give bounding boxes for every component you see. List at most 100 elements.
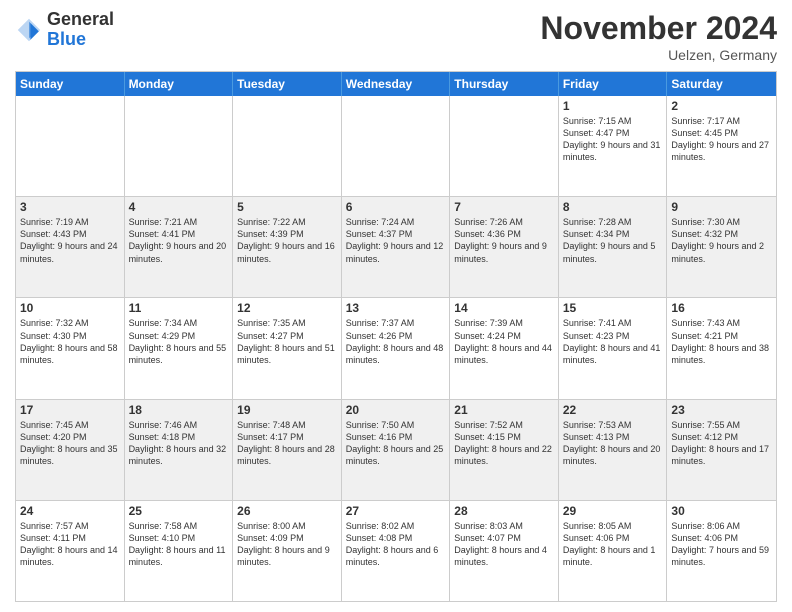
cell-info-22: Sunrise: 7:53 AM Sunset: 4:13 PM Dayligh… [563, 419, 663, 468]
cell-2-2: 12 Sunrise: 7:35 AM Sunset: 4:27 PM Dayli… [233, 298, 342, 398]
day-number-8: 8 [563, 200, 663, 214]
cell-0-3 [342, 96, 451, 196]
cell-0-0 [16, 96, 125, 196]
day-number-24: 24 [20, 504, 120, 518]
cell-1-5: 8 Sunrise: 7:28 AM Sunset: 4:34 PM Daylig… [559, 197, 668, 297]
cell-info-9: Sunrise: 7:30 AM Sunset: 4:32 PM Dayligh… [671, 216, 772, 265]
header-wednesday: Wednesday [342, 72, 451, 96]
cell-info-18: Sunrise: 7:46 AM Sunset: 4:18 PM Dayligh… [129, 419, 229, 468]
cell-0-2 [233, 96, 342, 196]
day-number-21: 21 [454, 403, 554, 417]
cell-3-3: 20Sunrise: 7:50 AM Sunset: 4:16 PM Dayli… [342, 400, 451, 500]
calendar: Sunday Monday Tuesday Wednesday Thursday… [15, 71, 777, 602]
cell-3-0: 17Sunrise: 7:45 AM Sunset: 4:20 PM Dayli… [16, 400, 125, 500]
cell-info-19: Sunrise: 7:48 AM Sunset: 4:17 PM Dayligh… [237, 419, 337, 468]
cell-info-5: Sunrise: 7:22 AM Sunset: 4:39 PM Dayligh… [237, 216, 337, 265]
page: General Blue November 2024 Uelzen, Germa… [0, 0, 792, 612]
cell-3-4: 21 Sunrise: 7:52 AM Sunset: 4:15 PM Dayli… [450, 400, 559, 500]
day-number-18: 18 [129, 403, 229, 417]
day-number-13: 13 [346, 301, 446, 315]
cell-info-20: Sunrise: 7:50 AM Sunset: 4:16 PM Dayligh… [346, 419, 446, 468]
cell-2-5: 15Sunrise: 7:41 AM Sunset: 4:23 PM Dayli… [559, 298, 668, 398]
day-number-14: 14 [454, 301, 554, 315]
cell-2-6: 16 Sunrise: 7:43 AM Sunset: 4:21 PM Dayli… [667, 298, 776, 398]
cell-4-2: 26Sunrise: 8:00 AM Sunset: 4:09 PM Dayli… [233, 501, 342, 601]
cell-info-30: Sunrise: 8:06 AM Sunset: 4:06 PM Dayligh… [671, 520, 772, 569]
cell-3-6: 23 Sunrise: 7:55 AM Sunset: 4:12 PM Dayli… [667, 400, 776, 500]
calendar-body: 1 Sunrise: 7:15 AM Sunset: 4:47 PM Daylig… [16, 96, 776, 601]
day-number-3: 3 [20, 200, 120, 214]
cell-4-3: 27Sunrise: 8:02 AM Sunset: 4:08 PM Dayli… [342, 501, 451, 601]
logo-general: General [47, 9, 114, 29]
location: Uelzen, Germany [540, 47, 777, 63]
calendar-header: Sunday Monday Tuesday Wednesday Thursday… [16, 72, 776, 96]
calendar-row-0: 1 Sunrise: 7:15 AM Sunset: 4:47 PM Daylig… [16, 96, 776, 196]
logo-blue-text: Blue [47, 29, 86, 49]
cell-info-26: Sunrise: 8:00 AM Sunset: 4:09 PM Dayligh… [237, 520, 337, 569]
day-number-25: 25 [129, 504, 229, 518]
calendar-row-2: 10 Sunrise: 7:32 AM Sunset: 4:30 PM Dayli… [16, 297, 776, 398]
cell-1-6: 9 Sunrise: 7:30 AM Sunset: 4:32 PM Daylig… [667, 197, 776, 297]
day-number-16: 16 [671, 301, 772, 315]
day-number-7: 7 [454, 200, 554, 214]
calendar-row-3: 17Sunrise: 7:45 AM Sunset: 4:20 PM Dayli… [16, 399, 776, 500]
logo: General Blue [15, 10, 114, 50]
cell-4-6: 30 Sunrise: 8:06 AM Sunset: 4:06 PM Dayli… [667, 501, 776, 601]
cell-info-25: Sunrise: 7:58 AM Sunset: 4:10 PM Dayligh… [129, 520, 229, 569]
month-title: November 2024 [540, 10, 777, 47]
day-number-1: 1 [563, 99, 663, 113]
cell-info-7: Sunrise: 7:26 AM Sunset: 4:36 PM Dayligh… [454, 216, 554, 265]
header-saturday: Saturday [667, 72, 776, 96]
day-number-12: 12 [237, 301, 337, 315]
header-monday: Monday [125, 72, 234, 96]
cell-4-5: 29 Sunrise: 8:05 AM Sunset: 4:06 PM Dayli… [559, 501, 668, 601]
cell-4-1: 25 Sunrise: 7:58 AM Sunset: 4:10 PM Dayli… [125, 501, 234, 601]
cell-info-17: Sunrise: 7:45 AM Sunset: 4:20 PM Dayligh… [20, 419, 120, 468]
cell-4-0: 24 Sunrise: 7:57 AM Sunset: 4:11 PM Dayli… [16, 501, 125, 601]
cell-info-29: Sunrise: 8:05 AM Sunset: 4:06 PM Dayligh… [563, 520, 663, 569]
cell-info-3: Sunrise: 7:19 AM Sunset: 4:43 PM Dayligh… [20, 216, 120, 265]
day-number-23: 23 [671, 403, 772, 417]
calendar-row-4: 24 Sunrise: 7:57 AM Sunset: 4:11 PM Dayli… [16, 500, 776, 601]
day-number-10: 10 [20, 301, 120, 315]
logo-icon [15, 16, 43, 44]
day-number-15: 15 [563, 301, 663, 315]
cell-1-4: 7 Sunrise: 7:26 AM Sunset: 4:36 PM Daylig… [450, 197, 559, 297]
cell-info-12: Sunrise: 7:35 AM Sunset: 4:27 PM Dayligh… [237, 317, 337, 366]
cell-1-2: 5 Sunrise: 7:22 AM Sunset: 4:39 PM Daylig… [233, 197, 342, 297]
day-number-2: 2 [671, 99, 772, 113]
cell-info-28: Sunrise: 8:03 AM Sunset: 4:07 PM Dayligh… [454, 520, 554, 569]
day-number-5: 5 [237, 200, 337, 214]
cell-3-5: 22 Sunrise: 7:53 AM Sunset: 4:13 PM Dayli… [559, 400, 668, 500]
day-number-30: 30 [671, 504, 772, 518]
cell-info-8: Sunrise: 7:28 AM Sunset: 4:34 PM Dayligh… [563, 216, 663, 265]
cell-info-21: Sunrise: 7:52 AM Sunset: 4:15 PM Dayligh… [454, 419, 554, 468]
header-friday: Friday [559, 72, 668, 96]
cell-0-1 [125, 96, 234, 196]
day-number-6: 6 [346, 200, 446, 214]
day-number-22: 22 [563, 403, 663, 417]
header-sunday: Sunday [16, 72, 125, 96]
day-number-9: 9 [671, 200, 772, 214]
cell-info-14: Sunrise: 7:39 AM Sunset: 4:24 PM Dayligh… [454, 317, 554, 366]
cell-info-10: Sunrise: 7:32 AM Sunset: 4:30 PM Dayligh… [20, 317, 120, 366]
cell-1-0: 3 Sunrise: 7:19 AM Sunset: 4:43 PM Daylig… [16, 197, 125, 297]
cell-0-5: 1 Sunrise: 7:15 AM Sunset: 4:47 PM Daylig… [559, 96, 668, 196]
cell-info-1: Sunrise: 7:15 AM Sunset: 4:47 PM Dayligh… [563, 115, 663, 164]
cell-info-16: Sunrise: 7:43 AM Sunset: 4:21 PM Dayligh… [671, 317, 772, 366]
day-number-29: 29 [563, 504, 663, 518]
cell-info-13: Sunrise: 7:37 AM Sunset: 4:26 PM Dayligh… [346, 317, 446, 366]
header-thursday: Thursday [450, 72, 559, 96]
cell-1-1: 4Sunrise: 7:21 AM Sunset: 4:41 PM Daylig… [125, 197, 234, 297]
cell-0-4 [450, 96, 559, 196]
cell-3-2: 19 Sunrise: 7:48 AM Sunset: 4:17 PM Dayli… [233, 400, 342, 500]
header-tuesday: Tuesday [233, 72, 342, 96]
cell-info-24: Sunrise: 7:57 AM Sunset: 4:11 PM Dayligh… [20, 520, 120, 569]
cell-info-11: Sunrise: 7:34 AM Sunset: 4:29 PM Dayligh… [129, 317, 229, 366]
logo-text: General Blue [47, 10, 114, 50]
cell-info-23: Sunrise: 7:55 AM Sunset: 4:12 PM Dayligh… [671, 419, 772, 468]
day-number-19: 19 [237, 403, 337, 417]
header: General Blue November 2024 Uelzen, Germa… [15, 10, 777, 63]
cell-info-4: Sunrise: 7:21 AM Sunset: 4:41 PM Dayligh… [129, 216, 229, 265]
cell-info-27: Sunrise: 8:02 AM Sunset: 4:08 PM Dayligh… [346, 520, 446, 569]
